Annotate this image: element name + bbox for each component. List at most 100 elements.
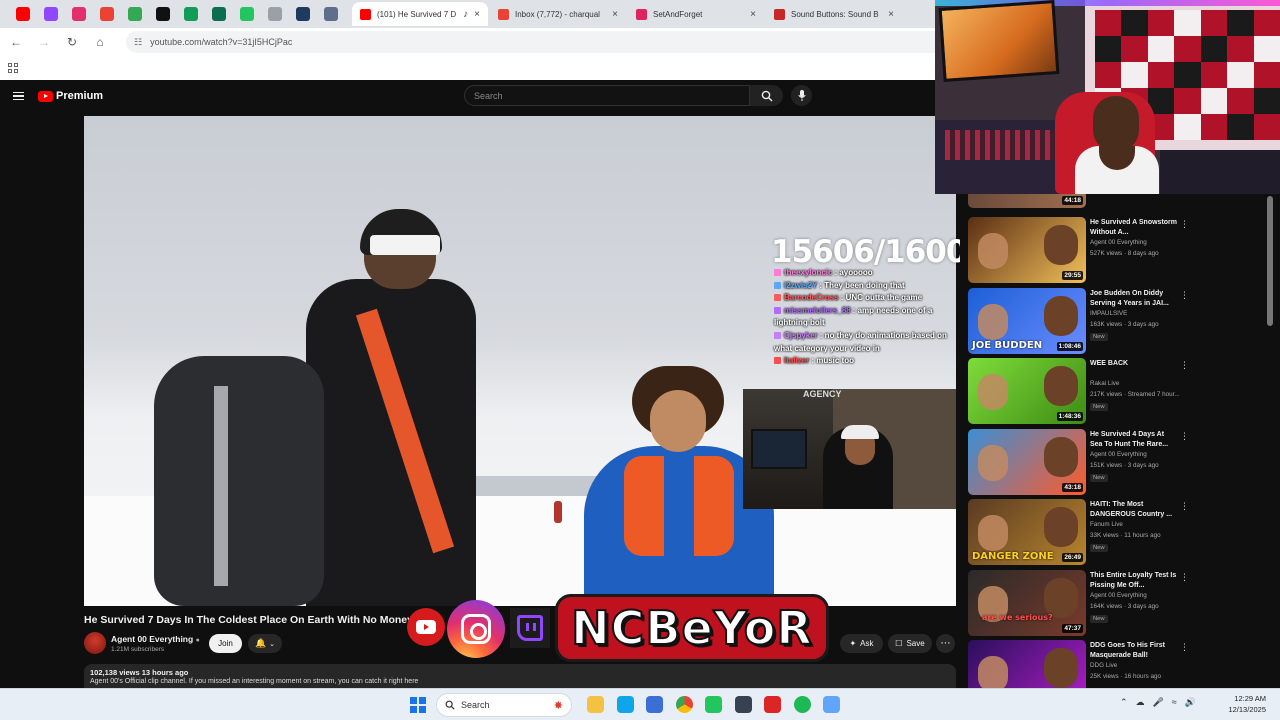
browser-tab[interactable]: Sound Buttons: Sound B × xyxy=(766,2,902,26)
search-placeholder: Search xyxy=(474,90,503,101)
microphone-icon xyxy=(797,90,806,101)
microphone-icon[interactable]: 🎤 xyxy=(1153,697,1164,708)
chrome-icon[interactable] xyxy=(675,696,693,713)
pinned-tab[interactable] xyxy=(206,3,232,25)
site-info-icon[interactable]: ☷ xyxy=(134,37,142,48)
chevron-up-icon[interactable]: ⌃ xyxy=(1120,697,1128,708)
windows-start-icon[interactable] xyxy=(410,697,426,713)
more-options-icon[interactable]: ⋮ xyxy=(1180,219,1189,230)
recommendation-title: This Entire Loyalty Test Is Pissing Me O… xyxy=(1090,571,1177,589)
recommendation-item[interactable]: 43:18 He Survived 4 Days At Sea To Hunt T… xyxy=(968,428,1189,497)
recommendation-meta: 25K views · 16 hours ago xyxy=(1090,673,1162,680)
wifi-icon[interactable]: ≈ xyxy=(1172,697,1177,708)
search-icon xyxy=(445,700,455,710)
pinned-tab[interactable] xyxy=(94,3,120,25)
browser-tab[interactable]: Inbox (7,772) - charqual × xyxy=(490,2,626,26)
more-options-icon[interactable]: ⋮ xyxy=(1180,290,1189,301)
more-options-icon[interactable]: ⋮ xyxy=(1180,360,1189,371)
app-green-icon[interactable] xyxy=(705,696,722,713)
reload-icon[interactable]: ↻ xyxy=(64,34,80,50)
join-button[interactable]: Join xyxy=(209,634,242,653)
channel-avatar[interactable] xyxy=(84,632,106,654)
apps-grid-icon[interactable] xyxy=(8,63,18,73)
pinned-tab[interactable] xyxy=(10,3,36,25)
close-icon[interactable]: × xyxy=(474,9,480,20)
close-icon[interactable]: × xyxy=(888,9,894,20)
bell-icon: 🔔 xyxy=(254,638,267,648)
pinned-tab[interactable] xyxy=(66,3,92,25)
recommendation-title: HAITI: The Most DANGEROUS Country ... xyxy=(1090,501,1173,518)
youtube-icon xyxy=(407,608,445,646)
menu-icon[interactable] xyxy=(13,91,24,101)
follower-goal-counter: 15606/16000 xyxy=(771,234,988,270)
video-thumbnail[interactable]: JOE BUDDEN 1:08:46 xyxy=(968,287,1086,354)
video-thumbnail[interactable]: 43:18 xyxy=(968,428,1086,495)
video-thumbnail[interactable]: are we serious? 47:37 xyxy=(968,569,1086,636)
more-options-icon[interactable]: ⋮ xyxy=(1180,642,1189,653)
description-box[interactable]: 102,138 views 13 hours ago Agent 00's Of… xyxy=(84,664,956,688)
volume-icon[interactable]: 🔊 xyxy=(1185,697,1196,708)
thumbnail-face xyxy=(978,303,1008,340)
new-badge: New xyxy=(1090,473,1108,482)
video-thumbnail[interactable]: DANGER ZONE 26:49 xyxy=(968,499,1086,565)
favicon-icon xyxy=(296,7,310,21)
pinned-tab[interactable] xyxy=(234,3,260,25)
video-thumbnail[interactable]: 29:55 xyxy=(968,217,1086,283)
url-bar[interactable]: ☷ youtube.com/watch?v=31jI5HCjPac xyxy=(126,31,946,53)
pinned-tab[interactable] xyxy=(178,3,204,25)
spotify-icon[interactable] xyxy=(793,696,811,713)
close-icon[interactable]: × xyxy=(612,9,618,20)
tab-title: SetAndForget xyxy=(653,9,703,19)
chat-text: : music too xyxy=(811,356,855,366)
taskbar-search[interactable]: Search ✸ xyxy=(436,693,572,717)
thumbnail-face xyxy=(978,374,1008,410)
back-icon[interactable]: ← xyxy=(8,34,24,50)
pinned-tab[interactable] xyxy=(290,3,316,25)
clock[interactable]: 12:29 AM 12/13/2025 xyxy=(1222,693,1266,715)
search-highlight-icon: ✸ xyxy=(553,699,563,712)
recommendation-title: Joe Budden On Diddy Serving 4 Years in J… xyxy=(1090,289,1169,307)
recommendation-item[interactable]: are we serious? 47:37 This Entire Loyalty … xyxy=(968,569,1189,638)
search-input[interactable]: Search xyxy=(464,85,750,106)
more-options-icon[interactable]: ⋮ xyxy=(1180,431,1189,442)
ask-button[interactable]: ✦ Ask xyxy=(840,634,883,653)
app-dark-icon[interactable] xyxy=(734,696,752,713)
channel-name[interactable]: Agent 00 Everything ● xyxy=(111,634,200,644)
close-icon[interactable]: × xyxy=(750,9,756,20)
audio-icon[interactable]: ♪ xyxy=(463,9,468,20)
recommendation-item[interactable]: 1:48:36 WEE BACK Rakai Live 217K views · St… xyxy=(968,358,1189,426)
sidebar-scrollbar[interactable] xyxy=(1267,196,1273,326)
app-red-icon[interactable] xyxy=(764,696,781,713)
recommendation-title: DDG Goes To His First Masquerade Ball! xyxy=(1090,642,1165,659)
home-icon[interactable]: ⌂ xyxy=(92,34,108,50)
pinned-tab[interactable] xyxy=(262,3,288,25)
browser-tab[interactable]: (101) He Survived 7 D ♪ × xyxy=(352,2,488,26)
notifications-button[interactable]: 🔔 ⌄ xyxy=(248,634,282,653)
twitch-icon xyxy=(510,608,550,648)
video-thumbnail[interactable]: 1:48:36 xyxy=(968,358,1086,424)
more-actions-icon[interactable]: ⋯ xyxy=(936,634,955,653)
youtube-logo[interactable]: Premium xyxy=(38,90,103,102)
voice-search-button[interactable] xyxy=(791,85,812,106)
store-icon[interactable] xyxy=(646,696,663,713)
search-button[interactable] xyxy=(750,85,783,106)
photos-icon[interactable] xyxy=(823,696,840,713)
recommendation-item[interactable]: DANGER ZONE 26:49 HAITI: The Most DANGEROU… xyxy=(968,499,1189,567)
new-badge: New xyxy=(1090,544,1108,552)
file-explorer-icon[interactable] xyxy=(587,696,604,713)
more-options-icon[interactable]: ⋮ xyxy=(1180,572,1189,583)
recommendation-item[interactable]: JOE BUDDEN 1:08:46 Joe Budden On Diddy Ser… xyxy=(968,287,1189,356)
edge-icon[interactable] xyxy=(616,696,634,713)
pinned-tab[interactable] xyxy=(122,3,148,25)
cloud-icon[interactable]: ☁ xyxy=(1136,697,1145,708)
browser-tab[interactable]: SetAndForget × xyxy=(628,2,764,26)
pinned-tab[interactable] xyxy=(150,3,176,25)
more-options-icon[interactable]: ⋮ xyxy=(1180,501,1189,512)
recommendation-item[interactable]: 29:55 He Survived A Snowstorm Without A..… xyxy=(968,217,1189,285)
chat-badge-icon xyxy=(774,306,781,314)
forward-icon[interactable]: → xyxy=(36,34,52,50)
thumbnail-face xyxy=(978,515,1008,551)
save-button[interactable]: ☐ Save xyxy=(888,634,932,653)
pinned-tab[interactable] xyxy=(38,3,64,25)
pinned-tab[interactable] xyxy=(318,3,344,25)
